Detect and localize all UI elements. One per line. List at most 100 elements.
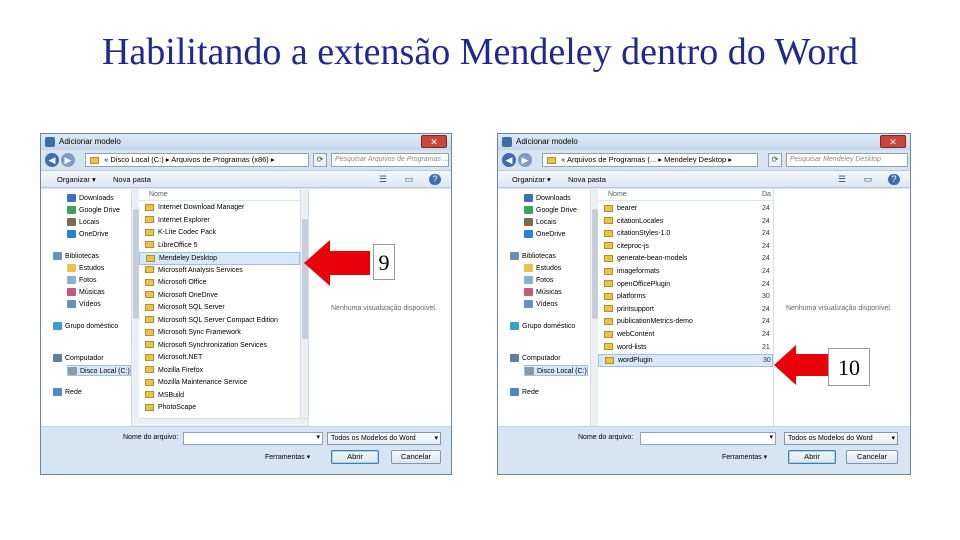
help-icon[interactable]: ? bbox=[429, 174, 441, 185]
nav-item[interactable]: Estudos bbox=[67, 263, 104, 274]
breadcrumb-program-files[interactable]: Arquivos de Programas (x86) bbox=[171, 155, 269, 164]
file-row[interactable]: Mozilla Maintenance Service bbox=[139, 377, 300, 390]
breadcrumb-mendeley-desktop[interactable]: Mendeley Desktop bbox=[664, 155, 726, 164]
nav-item[interactable]: Grupo doméstico bbox=[53, 321, 118, 332]
nav-item[interactable]: Bibliotecas bbox=[510, 251, 556, 262]
close-button[interactable]: ✕ bbox=[880, 135, 906, 148]
new-folder-button[interactable]: Nova pasta bbox=[113, 175, 151, 184]
refresh-icon[interactable]: ⟳ bbox=[768, 153, 782, 167]
file-row[interactable]: citationLocales 24 bbox=[598, 216, 773, 229]
open-button[interactable]: Abrir bbox=[331, 450, 379, 464]
file-row[interactable]: printsupport 24 bbox=[598, 304, 773, 317]
file-scrollbar[interactable] bbox=[300, 189, 308, 426]
file-row[interactable]: Microsoft SQL Server Compact Edition bbox=[139, 315, 300, 328]
file-row[interactable]: Microsoft Sync Framework bbox=[139, 327, 300, 340]
preview-pane-icon[interactable]: ▭ bbox=[862, 174, 874, 185]
nav-item[interactable]: Estudos bbox=[524, 263, 561, 274]
nav-item[interactable]: Computador bbox=[510, 353, 561, 364]
nav-item[interactable]: Fotos bbox=[67, 275, 97, 286]
nav-item[interactable]: Computador bbox=[53, 353, 104, 364]
nav-item[interactable]: Locais bbox=[67, 217, 99, 228]
filename-input[interactable]: ▾ bbox=[640, 432, 776, 445]
file-row[interactable]: webContent 24 bbox=[598, 329, 773, 342]
forward-icon[interactable]: ▶ bbox=[518, 153, 532, 167]
nav-item[interactable]: Downloads bbox=[67, 193, 114, 204]
tools-menu[interactable]: Ferramentas ▾ bbox=[265, 453, 310, 461]
file-row[interactable]: bearer 24 bbox=[598, 203, 773, 216]
nav-item[interactable]: Bibliotecas bbox=[53, 251, 99, 262]
file-row[interactable]: citationStyles-1.0 24 bbox=[598, 228, 773, 241]
file-row[interactable]: Microsoft Synchronization Services bbox=[139, 340, 300, 353]
nav-item[interactable]: Fotos bbox=[524, 275, 554, 286]
column-header[interactable]: Nome Da bbox=[598, 189, 773, 201]
file-row[interactable]: citeproc-js 24 bbox=[598, 241, 773, 254]
organize-button[interactable]: Organizar ▾ bbox=[57, 175, 96, 184]
search-input[interactable]: Pesquisar Mendeley Desktop bbox=[786, 153, 908, 167]
tools-menu[interactable]: Ferramentas ▾ bbox=[722, 453, 767, 461]
nav-item[interactable]: Vídeos bbox=[67, 299, 101, 310]
file-row[interactable]: Mozilla Firefox bbox=[139, 365, 300, 378]
nav-item[interactable]: Google Drive bbox=[524, 205, 577, 216]
file-row[interactable]: Mendeley Desktop bbox=[139, 252, 300, 265]
file-row[interactable]: PhotoScape bbox=[139, 402, 300, 415]
file-row[interactable]: wordPlugin 30 bbox=[598, 354, 773, 367]
cancel-button[interactable]: Cancelar bbox=[846, 450, 898, 464]
file-row[interactable]: platforms 30 bbox=[598, 291, 773, 304]
file-row[interactable]: Microsoft OneDrive bbox=[139, 290, 300, 303]
view-options-icon[interactable]: ☰ bbox=[377, 174, 389, 185]
file-row[interactable]: Internet Download Manager bbox=[139, 202, 300, 215]
breadcrumb-program-files[interactable]: Arquivos de Programas (... bbox=[567, 155, 656, 164]
filetype-select[interactable]: Todos os Modelos do Word ▾ bbox=[327, 432, 441, 445]
file-row[interactable]: LibreOffice 5 bbox=[139, 240, 300, 253]
file-row[interactable]: generate-bean-models 24 bbox=[598, 253, 773, 266]
chevron-down-icon[interactable]: ▾ bbox=[769, 433, 773, 441]
view-options-icon[interactable]: ☰ bbox=[836, 174, 848, 185]
nav-item[interactable]: Grupo doméstico bbox=[510, 321, 575, 332]
close-button[interactable]: ✕ bbox=[421, 135, 447, 148]
column-name[interactable]: Nome bbox=[149, 191, 168, 198]
file-row[interactable]: Microsoft Office bbox=[139, 277, 300, 290]
nav-item[interactable]: Músicas bbox=[67, 287, 105, 298]
search-input[interactable]: Pesquisar Arquivos de Programas ... bbox=[331, 153, 449, 167]
forward-icon[interactable]: ▶ bbox=[61, 153, 75, 167]
open-button[interactable]: Abrir bbox=[788, 450, 836, 464]
column-name[interactable]: Nome bbox=[608, 191, 627, 198]
back-icon[interactable]: ◀ bbox=[45, 153, 59, 167]
chevron-down-icon[interactable]: ▾ bbox=[434, 433, 438, 444]
filetype-select[interactable]: Todos os Modelos do Word ▾ bbox=[784, 432, 898, 445]
preview-pane-icon[interactable]: ▭ bbox=[403, 174, 415, 185]
column-date[interactable]: Da bbox=[762, 191, 771, 198]
nav-scrollbar[interactable] bbox=[590, 189, 598, 426]
file-row[interactable]: Microsoft.NET bbox=[139, 352, 300, 365]
nav-item[interactable]: OneDrive bbox=[524, 229, 566, 240]
file-row[interactable]: MSBuild bbox=[139, 390, 300, 403]
chevron-down-icon[interactable]: ▾ bbox=[891, 433, 895, 444]
cancel-button[interactable]: Cancelar bbox=[391, 450, 441, 464]
chevron-down-icon[interactable]: ▾ bbox=[316, 433, 320, 441]
nav-item[interactable]: Locais bbox=[524, 217, 556, 228]
nav-item[interactable]: Músicas bbox=[524, 287, 562, 298]
nav-item[interactable]: Rede bbox=[53, 387, 82, 398]
nav-scrollbar[interactable] bbox=[131, 189, 139, 426]
file-row[interactable]: Microsoft SQL Server bbox=[139, 302, 300, 315]
file-row[interactable]: Microsoft Analysis Services bbox=[139, 265, 300, 278]
nav-item[interactable]: Disco Local (C:) bbox=[67, 365, 131, 376]
nav-item[interactable]: Google Drive bbox=[67, 205, 120, 216]
nav-item[interactable]: Downloads bbox=[524, 193, 571, 204]
column-header[interactable]: Nome bbox=[139, 189, 308, 201]
file-row[interactable]: K-Lite Codec Pack bbox=[139, 227, 300, 240]
nav-item[interactable]: OneDrive bbox=[67, 229, 109, 240]
file-row[interactable]: word-lists 21 bbox=[598, 342, 773, 355]
address-bar[interactable]: « Disco Local (C:) ▸ Arquivos de Program… bbox=[85, 153, 309, 167]
organize-button[interactable]: Organizar ▾ bbox=[512, 175, 551, 184]
file-row[interactable]: Internet Explorer bbox=[139, 215, 300, 228]
refresh-icon[interactable]: ⟳ bbox=[313, 153, 327, 167]
breadcrumb-drive[interactable]: Disco Local (C:) bbox=[110, 155, 163, 164]
filename-input[interactable]: ▾ bbox=[183, 432, 323, 445]
file-row[interactable]: publicationMetrics-demo 24 bbox=[598, 316, 773, 329]
nav-item[interactable]: Disco Local (C:) bbox=[524, 365, 588, 376]
file-row[interactable]: openOfficePlugin 24 bbox=[598, 279, 773, 292]
new-folder-button[interactable]: Nova pasta bbox=[568, 175, 606, 184]
nav-item[interactable]: Vídeos bbox=[524, 299, 558, 310]
file-hscrollbar[interactable] bbox=[139, 418, 308, 426]
